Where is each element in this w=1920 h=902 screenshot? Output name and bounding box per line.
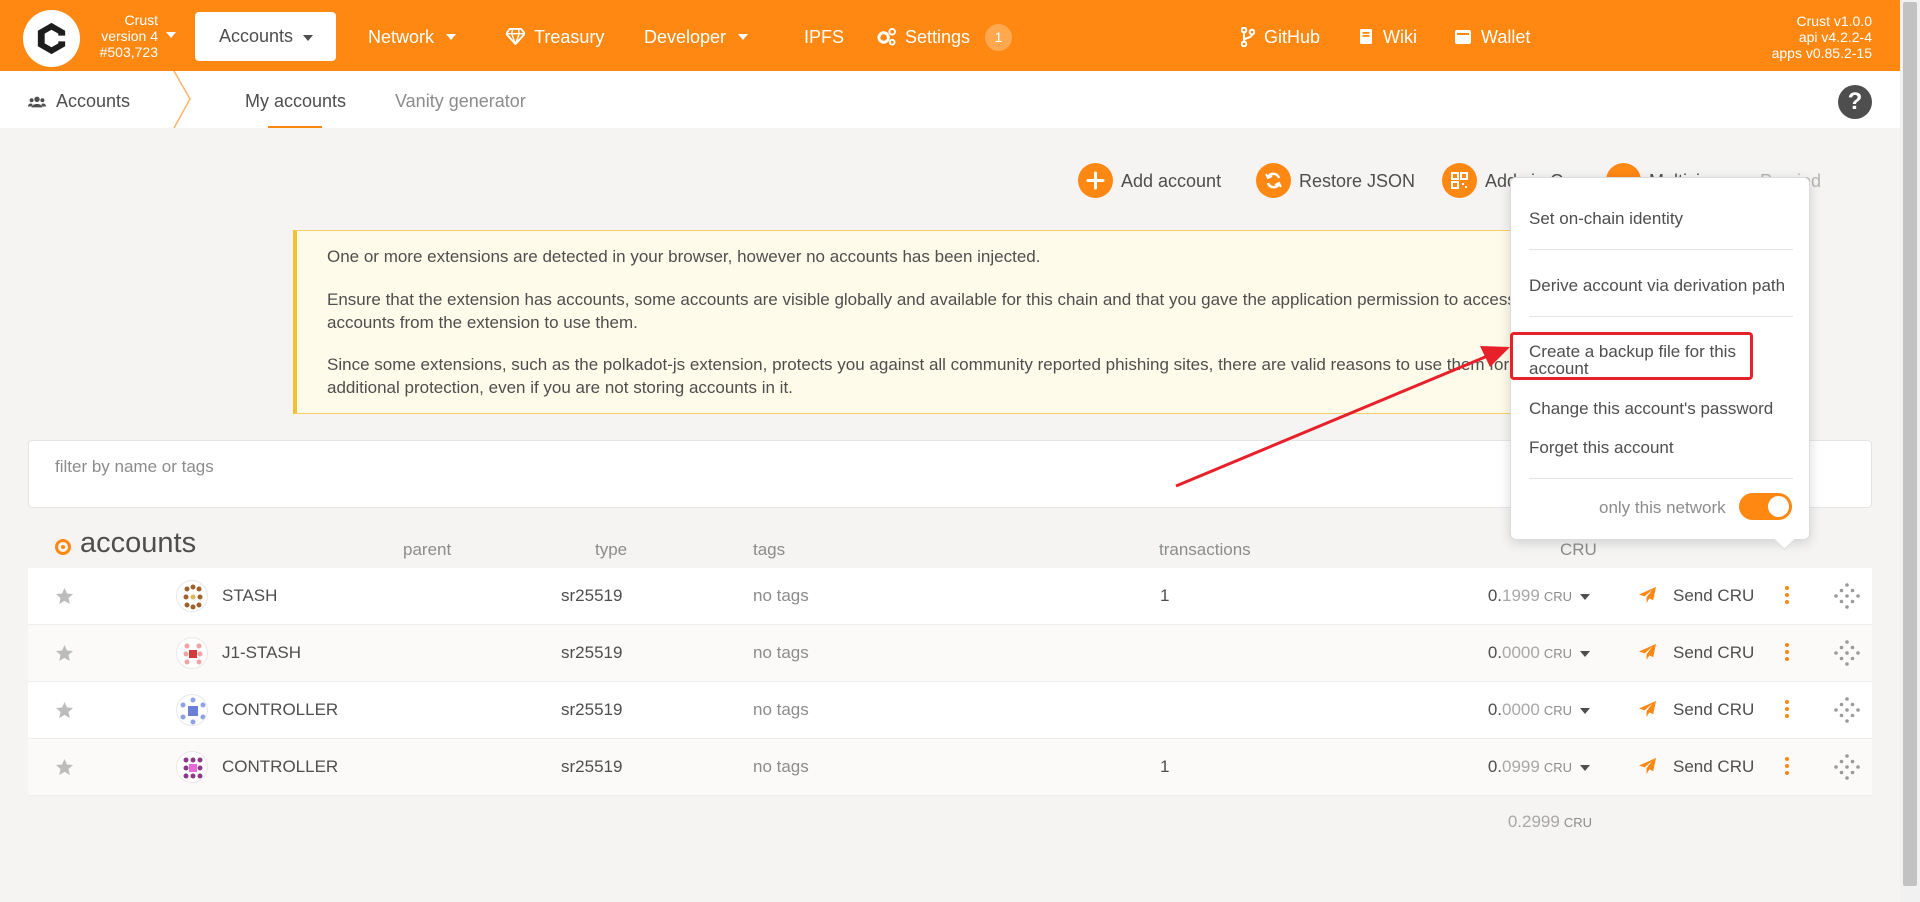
annotation-arrow <box>1175 346 1510 488</box>
scrollbar-thumb[interactable] <box>1903 2 1917 886</box>
